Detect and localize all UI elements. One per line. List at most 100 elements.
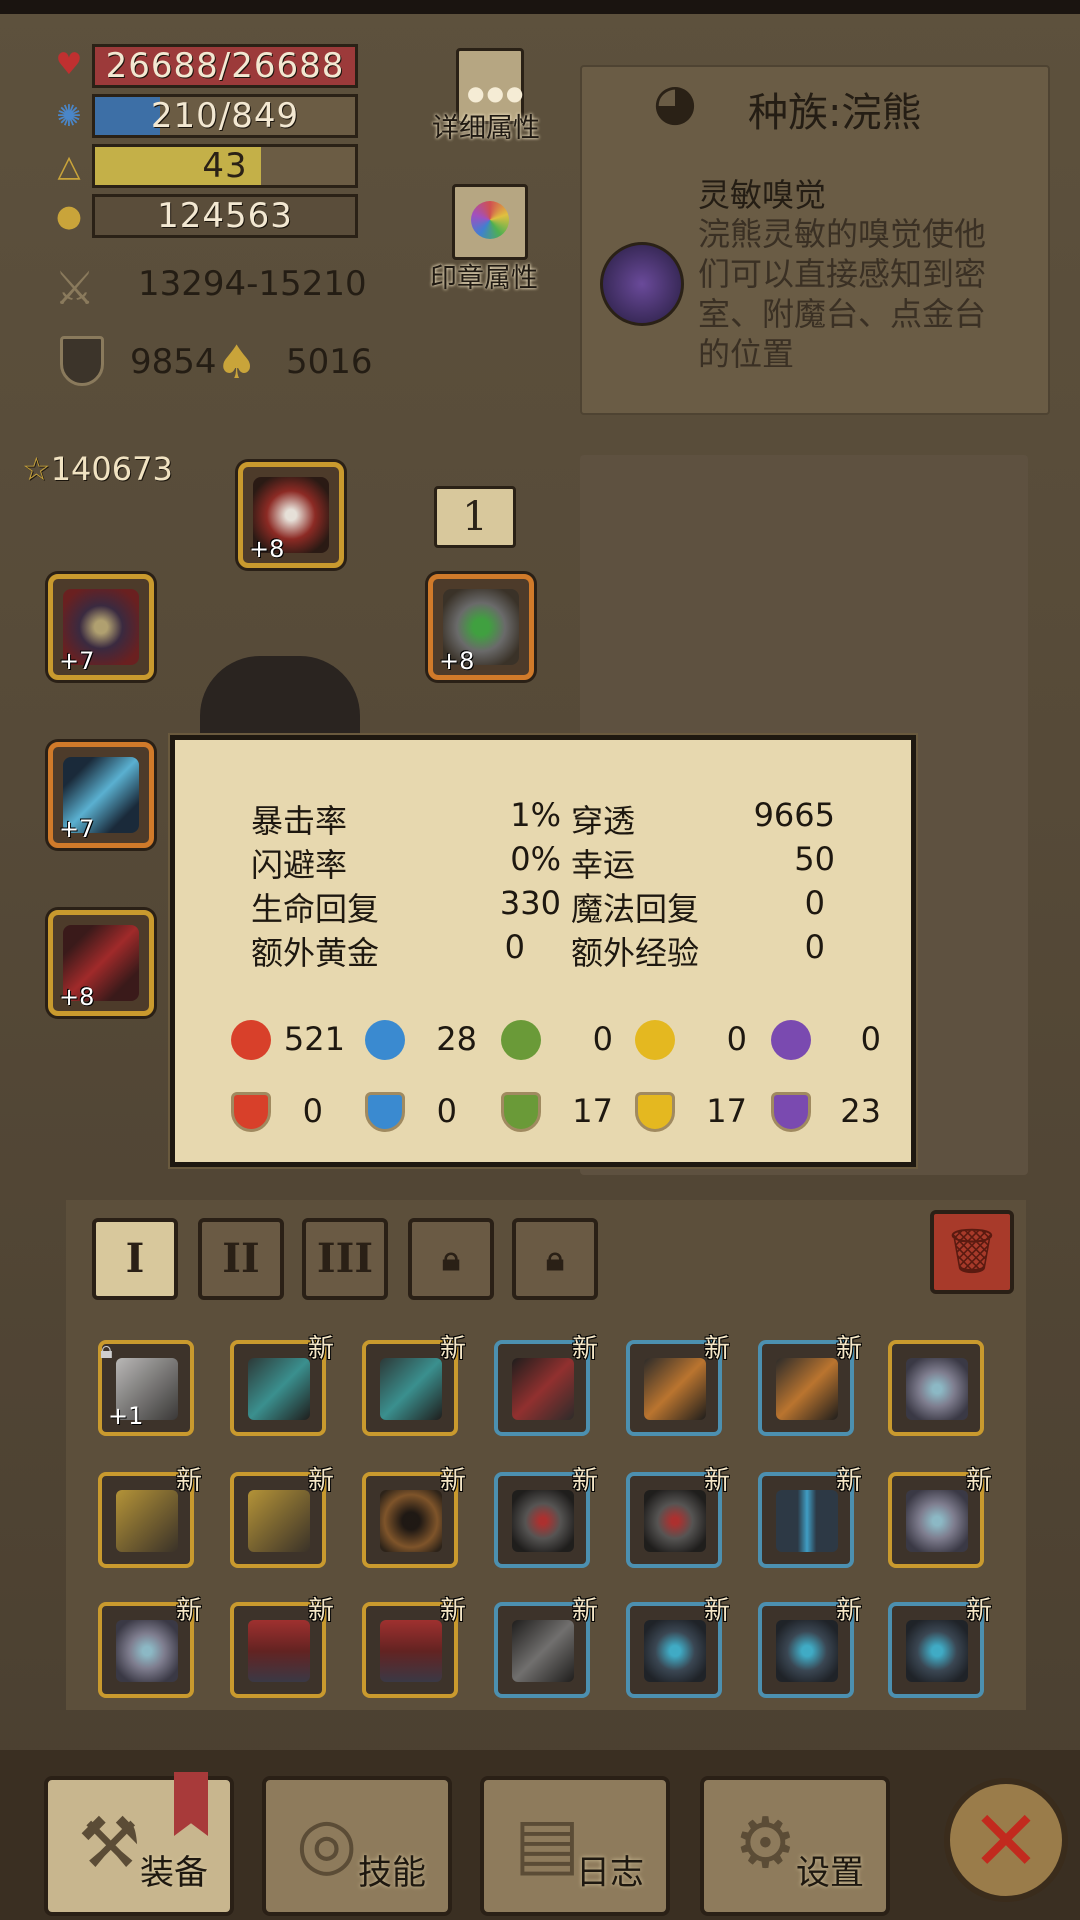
inventory-item[interactable]: [888, 1340, 984, 1436]
extra-gold-label: 额外黄金: [251, 934, 380, 972]
attack-value: 13294-15210: [138, 264, 367, 304]
magic-staff-icon: ♠: [216, 335, 258, 389]
star-icon: ☆: [22, 450, 51, 488]
skill-desc-line-2: 们可以直接感知到密: [698, 255, 987, 293]
gear-icon: ⚙: [734, 1802, 797, 1884]
ring-slot[interactable]: +7: [48, 574, 154, 680]
axe-icon: ⚒: [78, 1802, 141, 1884]
nav-skills-button[interactable]: ◎ 技能: [262, 1776, 452, 1916]
nature-resist-icon: [501, 1092, 541, 1132]
extra-exp-label: 额外经验: [571, 934, 700, 972]
hammer-icon: [644, 1358, 706, 1420]
inventory-item[interactable]: 新: [362, 1596, 466, 1698]
nav-settings-button[interactable]: ⚙ 设置: [700, 1776, 890, 1916]
glove-slot[interactable]: +8: [48, 910, 154, 1016]
nature-resist-value: 17: [572, 1092, 613, 1130]
extra-exp-value: 0: [804, 928, 825, 966]
trash-button[interactable]: 🗑︎: [930, 1210, 1014, 1294]
inventory-item[interactable]: 新: [758, 1596, 862, 1698]
nav-journal-label: 日志: [576, 1853, 644, 1893]
red-armor-icon: [248, 1620, 310, 1682]
inventory-item[interactable]: 🔒︎ +1: [98, 1336, 194, 1436]
light-resist-icon: [635, 1092, 675, 1132]
inventory-item[interactable]: 新: [494, 1466, 598, 1568]
water-attack-icon: [365, 1020, 405, 1060]
new-badge: 新: [307, 1596, 334, 1626]
new-badge: 新: [439, 1466, 466, 1496]
mana-icon: ✺: [56, 99, 82, 134]
bag-tab-locked-1[interactable]: 🔒︎: [408, 1218, 494, 1300]
new-badge: 新: [835, 1334, 862, 1364]
shield-icon: [60, 336, 104, 386]
inventory-item[interactable]: 新: [758, 1334, 862, 1436]
knight-helmet-icon: [776, 1490, 838, 1552]
inventory-item[interactable]: 新: [362, 1334, 466, 1436]
bag-tab-3[interactable]: III: [302, 1218, 388, 1300]
nav-equip-button[interactable]: ⚒ 装备: [44, 1772, 234, 1916]
lock-icon: 🔒︎: [100, 1336, 113, 1364]
lock-icon: 🔒︎: [545, 1239, 565, 1279]
weapon-slot[interactable]: +7: [48, 742, 154, 848]
seal-attr-button[interactable]: [452, 184, 528, 260]
hp-bar: 26688/26688: [92, 44, 358, 88]
inventory-item[interactable]: 新: [888, 1466, 992, 1568]
inventory-item[interactable]: 新: [626, 1596, 730, 1698]
inventory-item[interactable]: 新: [98, 1466, 202, 1568]
extra-gold-value: 0: [504, 928, 525, 966]
shadow-resist-icon: [771, 1092, 811, 1132]
new-badge: 新: [703, 1334, 730, 1364]
demon-helmet-icon: [512, 1490, 574, 1552]
black-armor-icon: [512, 1620, 574, 1682]
light-attack-value: 0: [726, 1020, 747, 1058]
amulet-slot[interactable]: +8: [428, 574, 534, 680]
inventory-item[interactable]: 新: [626, 1466, 730, 1568]
seal-attr-label: 印章属性: [430, 263, 538, 294]
sword-icon: [512, 1358, 574, 1420]
new-badge: 新: [307, 1334, 334, 1364]
level-value: 43: [202, 146, 248, 186]
skill-ring-icon: ◎: [296, 1802, 358, 1884]
crit-label: 暴击率: [251, 802, 348, 840]
fire-attack-icon: [231, 1020, 271, 1060]
dodge-label: 闪避率: [251, 846, 348, 884]
new-badge: 新: [571, 1596, 598, 1626]
inventory-item[interactable]: 新: [230, 1596, 334, 1698]
top-edge: [0, 0, 1080, 14]
swords-icon: ⚔: [54, 261, 96, 315]
bag-tab-1[interactable]: I: [92, 1218, 178, 1300]
inventory-item[interactable]: 新: [230, 1466, 334, 1568]
inventory-item[interactable]: 新: [626, 1334, 730, 1436]
crit-value: 1%: [510, 796, 561, 834]
luck-value: 50: [794, 840, 835, 878]
new-badge: 新: [703, 1466, 730, 1496]
inventory-item[interactable]: 新: [98, 1596, 202, 1698]
mp-bar: 210/849: [92, 94, 358, 138]
lock-icon: 🔒︎: [441, 1239, 461, 1279]
plate-armor-icon: [644, 1620, 706, 1682]
inventory-item[interactable]: 新: [888, 1596, 992, 1698]
score-label: ☆140673: [22, 450, 173, 488]
weapon-plus: +7: [59, 815, 95, 843]
crown-icon: [116, 1620, 178, 1682]
inventory-item[interactable]: 新: [494, 1334, 598, 1436]
nature-attack-value: 0: [592, 1020, 613, 1058]
shadow-attack-value: 0: [860, 1020, 881, 1058]
nav-journal-button[interactable]: ▤ 日志: [480, 1776, 670, 1916]
bag-tab-2[interactable]: II: [198, 1218, 284, 1300]
detail-attr-label: 详细属性: [432, 113, 540, 144]
close-button[interactable]: ✕: [944, 1778, 1068, 1902]
inventory-item[interactable]: 新: [758, 1466, 862, 1568]
inventory-item[interactable]: 新: [362, 1466, 466, 1568]
pierce-value: 9665: [753, 796, 835, 834]
close-icon: ✕: [970, 1792, 1042, 1890]
inventory-item[interactable]: 新: [230, 1334, 334, 1436]
mp-regen-value: 0: [804, 884, 825, 922]
helmet-slot[interactable]: +8: [238, 462, 344, 568]
equip-page-indicator[interactable]: 1: [434, 486, 516, 548]
pierce-label: 穿透: [571, 802, 636, 840]
gold-bar: 124563: [92, 194, 358, 238]
bag-tab-locked-2[interactable]: 🔒︎: [512, 1218, 598, 1300]
inventory-item[interactable]: 新: [494, 1596, 598, 1698]
helmet-plus: +8: [249, 535, 285, 563]
defense-value: 9854: [130, 342, 217, 382]
